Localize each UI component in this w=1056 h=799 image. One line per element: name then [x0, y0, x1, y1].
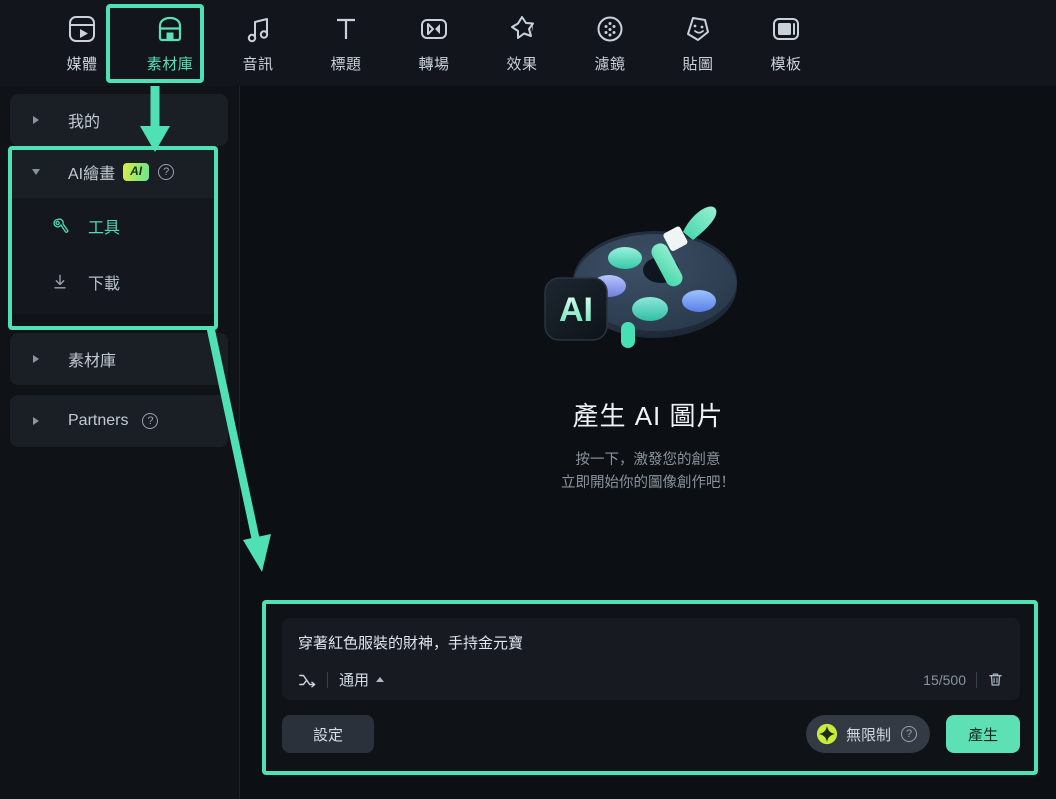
style-selector[interactable]: 通用	[339, 669, 385, 690]
chevron-up-icon	[376, 677, 385, 682]
generate-button[interactable]: 產生	[946, 715, 1020, 753]
sparkle-diamond-icon	[816, 723, 838, 745]
tab-stock-library[interactable]: 素材庫	[126, 0, 214, 86]
sidebar-subitem-label: 下載	[88, 276, 121, 293]
sidebar-item-tools[interactable]: 工具	[10, 198, 216, 254]
tab-label: 轉場	[418, 56, 450, 73]
top-toolbar: 媒體 素材庫 音訊 標題 轉場 效果 濾鏡 貼圖 模板	[0, 0, 1056, 86]
tab-sticker[interactable]: 貼圖	[654, 0, 742, 86]
chevron-down-icon	[22, 169, 50, 175]
tab-audio[interactable]: 音訊	[214, 0, 302, 86]
sidebar-item-stock-library[interactable]: 素材庫	[10, 333, 228, 385]
wrench-icon	[53, 218, 69, 233]
sidebar-item-ai-painting[interactable]: AI繪畫 AI ?	[10, 146, 216, 198]
download-icon	[54, 274, 66, 289]
char-counter: 15/500	[923, 671, 966, 688]
sidebar-item-downloads[interactable]: 下載	[10, 254, 216, 310]
sticker-face-icon	[687, 17, 709, 41]
tab-title[interactable]: 標題	[302, 0, 390, 86]
left-sidebar: 我的 AI繪畫 AI ? 工具 下載 素材庫 Partners ?	[0, 86, 240, 799]
trash-icon[interactable]	[987, 671, 1004, 688]
tab-label: 媒體	[66, 56, 98, 73]
help-icon[interactable]: ?	[901, 726, 917, 742]
ai-palette-illustration: AI	[544, 206, 737, 348]
tab-label: 貼圖	[682, 56, 714, 73]
unlimited-label: 無限制	[845, 726, 891, 744]
tab-template[interactable]: 模板	[742, 0, 830, 86]
sidebar-group-ai-painting: AI繪畫 AI ? 工具 下載	[10, 146, 216, 314]
hero-section: AI 產生 AI 圖片 按一下，激發您的創意 立即開始你的圖像創作吧！	[240, 196, 1056, 495]
hero-title: 產生 AI 圖片	[572, 401, 724, 431]
tab-effects[interactable]: 效果	[478, 0, 566, 86]
audio-note-icon	[247, 18, 269, 43]
tab-label: 模板	[770, 56, 802, 73]
chevron-right-icon	[22, 417, 50, 425]
help-icon[interactable]: ?	[142, 413, 159, 429]
transition-icon	[421, 19, 447, 39]
help-icon[interactable]: ?	[158, 164, 175, 180]
unlimited-badge[interactable]: 無限制 ?	[805, 715, 930, 753]
prompt-panel: 穿著紅色服裝的財神，手持金元寶 通用 15/500 設定 無限制 ? 產生	[262, 600, 1040, 778]
prompt-text: 穿著紅色服裝的財神，手持金元寶	[298, 635, 524, 652]
filter-circle-icon	[597, 16, 623, 42]
prompt-actions: 設定 無限制 ? 產生	[282, 714, 1020, 754]
sidebar-item-label: Partners	[68, 412, 129, 429]
tab-label: 效果	[506, 56, 538, 73]
template-icon	[773, 18, 799, 40]
divider	[327, 671, 328, 688]
main-panel: AI 產生 AI 圖片 按一下，激發您的創意 立即開始你的圖像創作吧！ 穿著紅色…	[240, 86, 1056, 799]
tab-transition[interactable]: 轉場	[390, 0, 478, 86]
tab-label: 素材庫	[146, 56, 194, 73]
stock-shop-icon	[158, 16, 182, 42]
tab-label: 音訊	[242, 56, 274, 73]
chevron-right-icon	[22, 355, 50, 363]
sidebar-item-partners[interactable]: Partners ?	[10, 395, 228, 447]
prompt-input[interactable]: 穿著紅色服裝的財神，手持金元寶 通用 15/500	[282, 618, 1020, 700]
ai-tile-label: AI	[559, 291, 593, 329]
tab-media[interactable]: 媒體	[38, 0, 126, 86]
sidebar-item-mine[interactable]: 我的	[10, 94, 228, 146]
style-value: 通用	[339, 672, 370, 689]
media-icon	[69, 16, 95, 42]
app-window: 媒體 素材庫 音訊 標題 轉場 效果 濾鏡 貼圖 模板 我的 AI繪畫 AI ?…	[0, 0, 1056, 799]
sidebar-subitem-label: 工具	[88, 220, 121, 237]
sidebar-item-label: AI繪畫	[68, 166, 116, 183]
shuffle-icon[interactable]	[298, 671, 316, 689]
chevron-right-icon	[22, 116, 50, 124]
settings-button[interactable]: 設定	[282, 715, 374, 753]
sidebar-item-label: 我的	[68, 114, 101, 131]
prompt-footer: 通用 15/500	[298, 669, 1004, 690]
sidebar-item-label: 素材庫	[68, 353, 117, 370]
hero-subtitle-line1: 按一下，激發您的創意	[575, 452, 721, 468]
tab-label: 濾鏡	[594, 56, 626, 73]
hero-subtitle-line2: 立即開始你的圖像創作吧！	[561, 475, 735, 491]
divider	[976, 671, 977, 688]
effects-star-icon	[511, 16, 534, 39]
title-text-icon	[337, 18, 355, 39]
ai-badge: AI	[123, 163, 150, 181]
tab-filter[interactable]: 濾鏡	[566, 0, 654, 86]
tab-label: 標題	[330, 56, 362, 73]
